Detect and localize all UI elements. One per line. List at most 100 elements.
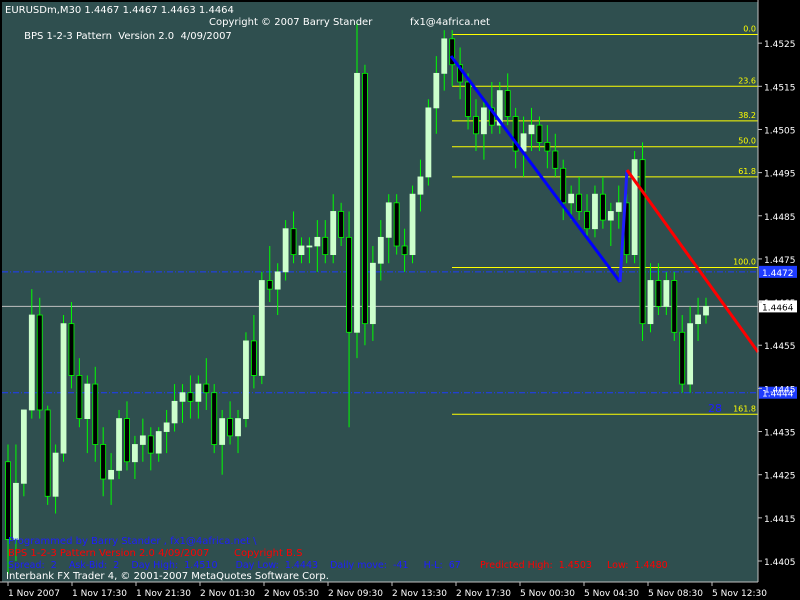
platform-text: Interbank FX Trader 4, © 2001-2007 MetaQ… xyxy=(6,571,329,582)
candle-down xyxy=(346,236,352,333)
counter-label: 28 xyxy=(708,402,722,415)
candle-up xyxy=(243,340,249,419)
candle-down xyxy=(124,418,130,463)
y-tick-label-5: 1.4475 xyxy=(764,256,796,266)
candle-up xyxy=(695,314,701,325)
candle-down xyxy=(576,193,582,212)
candle-up xyxy=(354,72,360,333)
candle-up xyxy=(171,400,178,424)
candle-down xyxy=(393,202,400,247)
candle-up xyxy=(298,245,305,256)
y-tick-label-12: 1.4405 xyxy=(764,558,796,568)
candle-up xyxy=(60,323,67,454)
candle-up xyxy=(631,159,638,256)
candle-up xyxy=(28,314,35,411)
x-tick-label-4: 2 Nov 05:30 xyxy=(264,589,319,599)
candle-up xyxy=(409,193,416,256)
fib-label-3: 50.0 xyxy=(738,137,756,146)
candle-up xyxy=(20,409,27,484)
candle-down xyxy=(44,409,51,497)
candle-up xyxy=(258,280,265,376)
x-tick-label-10: 5 Nov 08:30 xyxy=(648,589,703,599)
candle-up xyxy=(687,323,694,385)
candle-down xyxy=(504,90,511,117)
y-tick-label-6: 1.4465 xyxy=(764,299,796,309)
candle-up xyxy=(481,107,487,135)
candle-down xyxy=(290,228,297,256)
y-tick-label-8: 1.4445 xyxy=(764,385,796,395)
y-tick-label-11: 1.4415 xyxy=(764,515,796,525)
candlestick-chart[interactable]: 0.0 23.6 38.2 50.0 61.8 100.0 161.8 1.4472 1.44… xyxy=(0,0,800,600)
y-tick-label-7: 1.4455 xyxy=(764,342,796,352)
candle-down xyxy=(655,280,662,307)
candle-down xyxy=(5,461,11,540)
x-tick-label-9: 5 Nov 04:30 xyxy=(584,589,639,599)
candle-down xyxy=(536,124,543,143)
candle-down xyxy=(599,193,606,221)
y-tick-label-1: 1.4515 xyxy=(764,83,796,93)
candle-up xyxy=(425,107,432,178)
candle-up xyxy=(163,422,170,432)
candle-up xyxy=(330,211,337,256)
candle-up xyxy=(663,280,670,307)
candle-up xyxy=(592,193,598,230)
candle-down xyxy=(266,280,273,290)
level-price-label-0: 1.4472 xyxy=(762,269,794,279)
candle-up xyxy=(219,418,226,445)
candle-down xyxy=(473,116,479,135)
candle-up xyxy=(385,202,392,238)
copyright-red-text: Copyright B.S xyxy=(234,548,303,559)
y-tick-label-2: 1.4505 xyxy=(764,126,796,136)
candle-up xyxy=(108,469,115,480)
x-tick-label-8: 5 Nov 00:30 xyxy=(520,589,575,599)
candle-down xyxy=(68,323,75,376)
indicator-info: BPS 1-2-3 Pattern Version 2.0 4/09/2007 xyxy=(5,17,234,56)
candle-down xyxy=(679,331,686,385)
programmed-by-text: Programmed by Barry Stander , fx1@4afric… xyxy=(8,536,257,547)
candle-up xyxy=(306,245,313,248)
candle-up xyxy=(369,262,376,325)
y-tick-label-3: 1.4495 xyxy=(764,170,796,180)
candle-down xyxy=(92,383,99,445)
candle-up xyxy=(179,392,186,402)
fib-label-5: 100.0 xyxy=(733,258,756,267)
candle-up xyxy=(441,38,448,74)
candle-up xyxy=(235,418,241,437)
x-tick-label-11: 5 Nov 12:30 xyxy=(712,589,767,599)
candle-up xyxy=(607,211,614,221)
candle-up xyxy=(647,280,654,325)
predicted-text: Predicted High: 1.4503 Low: 1.4480 xyxy=(480,560,668,571)
candle-down xyxy=(552,150,559,169)
x-tick-label-6: 2 Nov 13:30 xyxy=(392,589,447,599)
version-red-text: BPS 1-2-3 Pattern Version 2.0 4/09/2007 xyxy=(8,548,210,559)
fib-label-4: 61.8 xyxy=(738,167,756,176)
candle-down xyxy=(36,314,43,411)
candle-up xyxy=(84,383,91,419)
candle-up xyxy=(314,236,321,247)
stats-text: Spread: 2 Ask-Bid: 2 Day High: 1.4510 Da… xyxy=(8,560,461,571)
candle-down xyxy=(362,72,368,325)
fib-label-0: 0.0 xyxy=(743,25,756,34)
candle-up xyxy=(116,418,122,471)
candle-down xyxy=(338,211,345,238)
candle-down xyxy=(100,444,107,480)
candle-up xyxy=(282,228,289,273)
chart-header: EURUSDm,M30 1.4467 1.4467 1.4463 1.4464 … xyxy=(5,4,234,56)
candle-up xyxy=(52,452,59,497)
candle-down xyxy=(671,280,678,333)
candle-down xyxy=(544,142,551,152)
candle-up xyxy=(13,482,19,540)
fib-label-6: 161.8 xyxy=(733,404,756,413)
x-tick-label-2: 1 Nov 21:30 xyxy=(136,589,191,599)
indicator-version: BPS 1-2-3 Pattern Version 2.0 4/09/2007 xyxy=(24,31,232,42)
y-tick-label-4: 1.4485 xyxy=(764,213,796,223)
candle-down xyxy=(322,236,329,256)
candle-down xyxy=(401,245,408,256)
candle-up xyxy=(417,176,424,195)
fib-label-2: 38.2 xyxy=(738,111,756,120)
x-tick-label-0: 1 Nov 2007 xyxy=(8,589,60,599)
candle-up xyxy=(528,124,535,135)
candle-down xyxy=(203,383,210,394)
candle-up xyxy=(274,271,281,290)
x-tick-label-1: 1 Nov 17:30 xyxy=(72,589,127,599)
